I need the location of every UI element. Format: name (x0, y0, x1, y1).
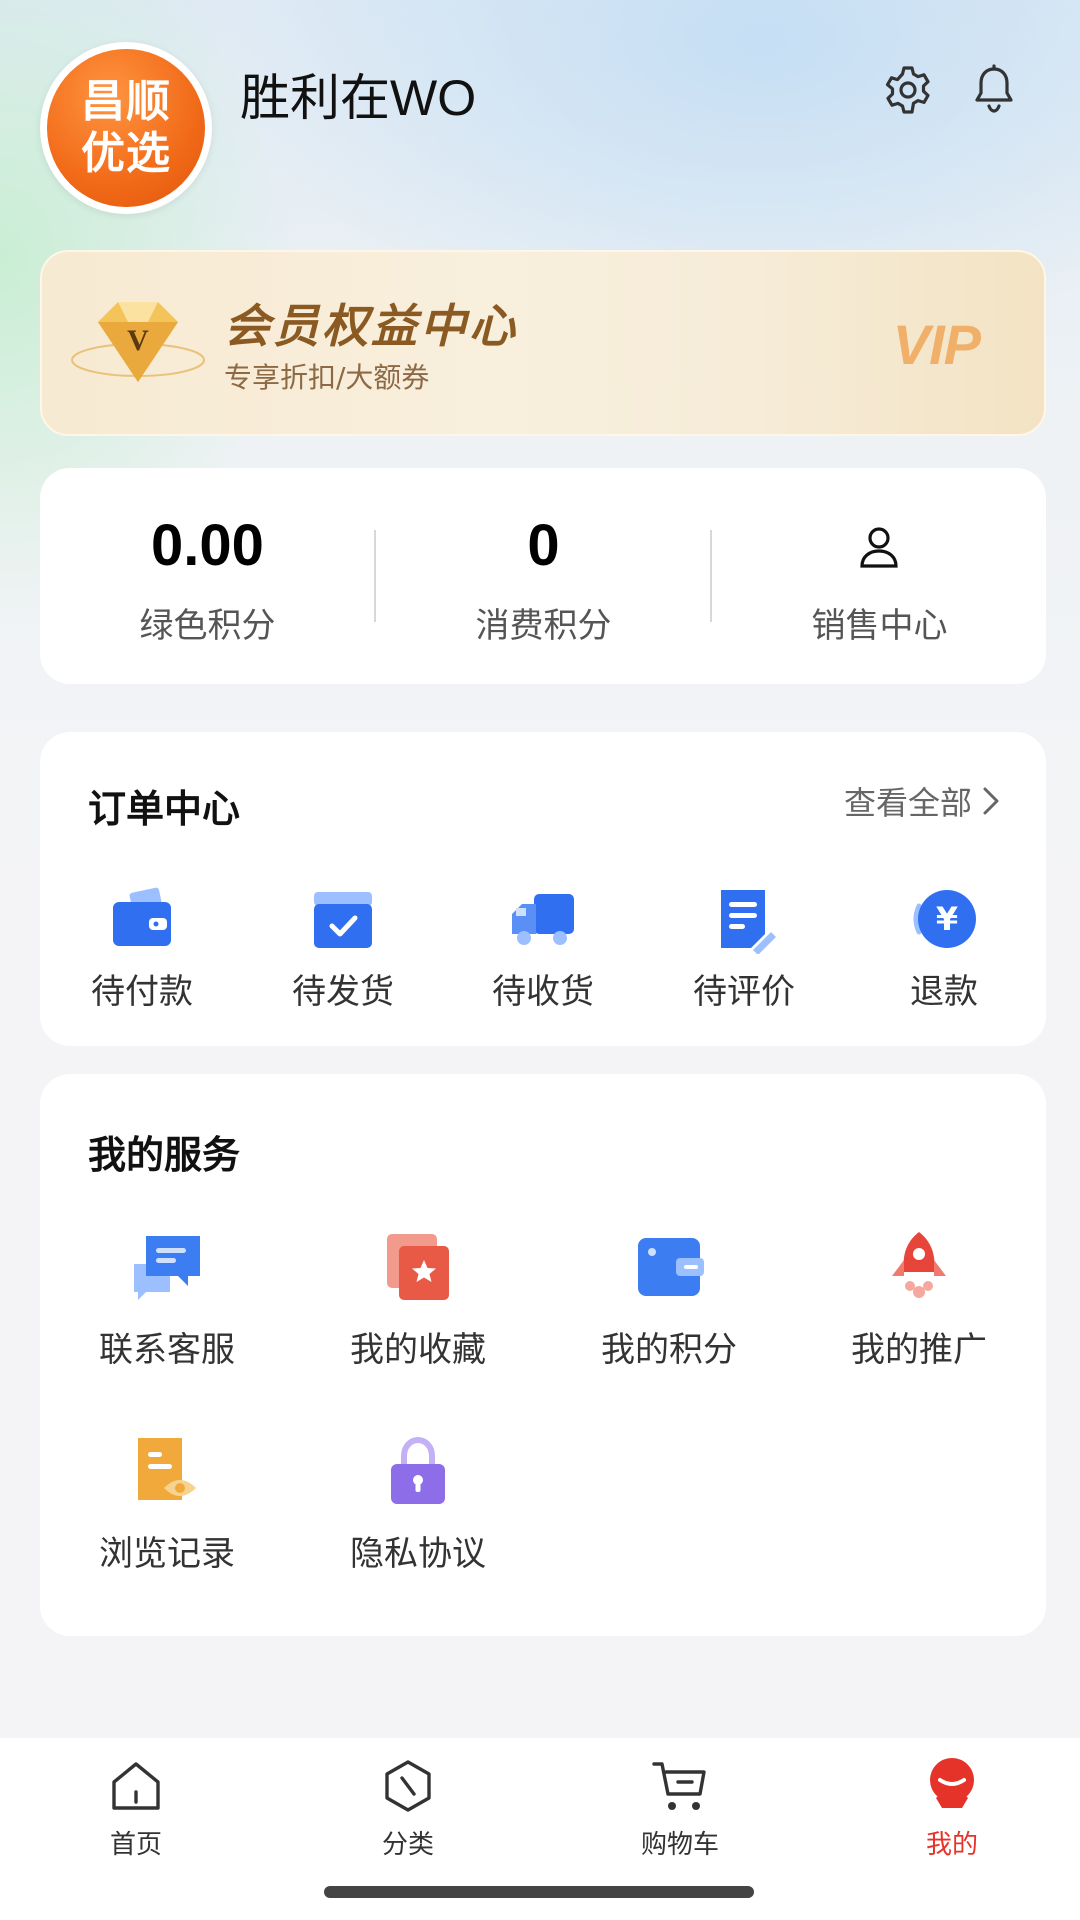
vip-tag: VIP (892, 313, 981, 376)
service-label: 浏览记录 (99, 1534, 235, 1574)
service-favorites[interactable]: 我的收藏 (293, 1230, 543, 1371)
avatar[interactable]: 昌顺 优选 (40, 42, 212, 214)
my-services-title: 我的服务 (88, 1133, 241, 1177)
wallet-icon (113, 887, 171, 946)
chat-bubbles-icon (134, 1236, 200, 1300)
order-center-title: 订单中心 (88, 787, 241, 831)
home-indicator (324, 1886, 754, 1898)
service-browse-history[interactable]: 浏览记录 (42, 1434, 292, 1575)
chevron-right-icon (983, 787, 999, 815)
bell-icon[interactable] (966, 62, 1022, 118)
order-label: 待收货 (492, 972, 594, 1012)
rocket-icon (892, 1232, 946, 1298)
truck-icon (512, 894, 574, 945)
star-card-icon (387, 1234, 449, 1300)
user-icon (860, 527, 898, 568)
tab-label: 购物车 (640, 1830, 719, 1860)
order-pending-payment[interactable]: 待付款 (42, 884, 242, 1013)
consume-points-label: 消费积分 (475, 606, 612, 646)
sales-center-label: 销售中心 (811, 606, 948, 646)
order-center-card: 订单中心 查看全部 待付款 待发货 待收货 待评价 ¥ 退款 (40, 732, 1046, 1046)
service-label: 我的收藏 (350, 1330, 486, 1370)
order-label: 退款 (910, 972, 978, 1012)
document-eye-icon (138, 1438, 196, 1500)
svg-text:V: V (127, 324, 149, 357)
avatar-text-line2: 优选 (81, 128, 171, 179)
vip-banner[interactable]: V 会员权益中心 专享折扣/大额券 VIP (40, 250, 1046, 436)
order-pending-review[interactable]: 待评价 (644, 884, 844, 1013)
tab-category[interactable]: 分类 (308, 1756, 508, 1861)
service-contact-support[interactable]: 联系客服 (42, 1230, 292, 1371)
order-label: 待发货 (292, 972, 394, 1012)
service-label: 我的积分 (601, 1330, 737, 1370)
tab-mine[interactable]: 我的 (852, 1756, 1052, 1861)
username[interactable]: 胜利在WO (240, 58, 476, 130)
box-check-icon (314, 892, 372, 948)
green-points-value: 0.00 (151, 513, 264, 578)
consume-points[interactable]: 0 消费积分 (376, 468, 711, 684)
diamond-v-icon: V (71, 302, 205, 382)
tab-label: 分类 (381, 1830, 434, 1860)
service-label: 隐私协议 (350, 1534, 486, 1574)
green-points[interactable]: 0.00 绿色积分 (40, 468, 375, 684)
view-all-label: 查看全部 (843, 784, 972, 822)
order-pending-shipment[interactable]: 待发货 (243, 884, 443, 1013)
my-services-card: 我的服务 联系客服 我的收藏 我的积分 我的推广 浏览记录 隐私协议 (40, 1074, 1046, 1636)
tab-label: 我的 (925, 1830, 978, 1860)
view-all-orders-link[interactable]: 查看全部 (844, 778, 1002, 824)
vip-title: 会员权益中心 (224, 299, 518, 353)
consume-points-value: 0 (527, 513, 560, 578)
order-label: 待评价 (693, 972, 795, 1012)
points-card: 0.00 绿色积分 0 消费积分 销售中心 (40, 468, 1046, 684)
order-refund[interactable]: ¥ 退款 (844, 884, 1044, 1013)
tab-home[interactable]: 首页 (36, 1756, 236, 1861)
profile-mascot-icon (930, 1758, 974, 1808)
service-my-promotion[interactable]: 我的推广 (794, 1230, 1044, 1371)
tab-cart[interactable]: 购物车 (580, 1756, 780, 1861)
document-edit-icon (721, 890, 776, 954)
service-privacy-policy[interactable]: 隐私协议 (293, 1434, 543, 1575)
vip-subtitle: 专享折扣/大额券 (224, 361, 430, 394)
svg-text:¥: ¥ (936, 900, 958, 938)
service-label: 联系客服 (99, 1330, 235, 1370)
cart-icon (652, 1762, 706, 1810)
service-label: 我的推广 (851, 1330, 987, 1370)
tab-label: 首页 (109, 1830, 162, 1860)
wallet-card-icon (638, 1238, 704, 1296)
lock-icon (391, 1436, 445, 1504)
gear-icon[interactable] (880, 62, 936, 118)
order-pending-receipt[interactable]: 待收货 (443, 884, 643, 1013)
sales-center[interactable]: 销售中心 (712, 468, 1047, 684)
avatar-text-line1: 昌顺 (81, 76, 171, 127)
avatar-logo: 昌顺 优选 (47, 49, 205, 207)
green-points-label: 绿色积分 (139, 606, 276, 646)
category-icon (385, 1760, 431, 1812)
order-label: 待付款 (91, 972, 193, 1012)
home-icon (112, 1762, 160, 1810)
service-my-points[interactable]: 我的积分 (544, 1230, 794, 1371)
yuan-coin-icon: ¥ (913, 890, 976, 948)
